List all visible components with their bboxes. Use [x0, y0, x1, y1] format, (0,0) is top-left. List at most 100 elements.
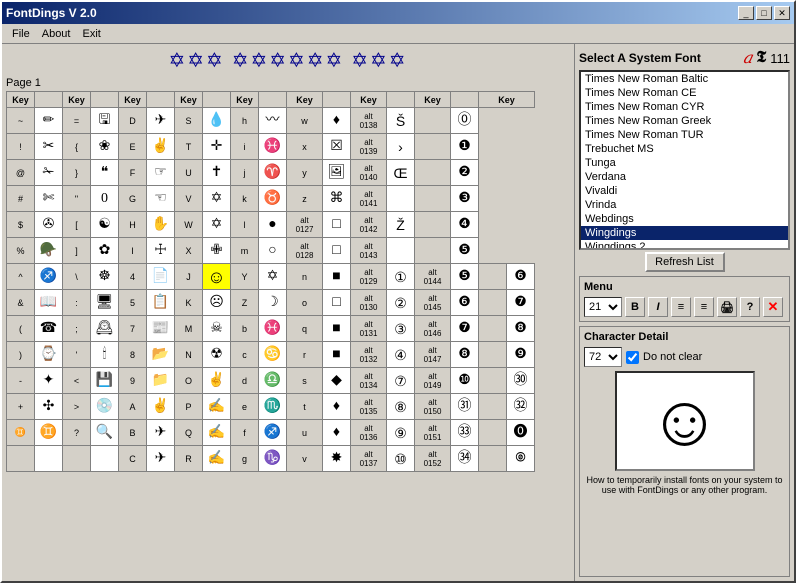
minimize-button[interactable]: _: [738, 6, 754, 20]
char-cell[interactable]: ❻: [451, 290, 479, 316]
char-cell[interactable]: [91, 446, 119, 472]
char-cell[interactable]: ✌: [147, 394, 175, 420]
char-cell[interactable]: ✍: [203, 420, 231, 446]
char-cell[interactable]: ⑩: [387, 446, 415, 472]
char-cell[interactable]: ✛: [203, 134, 231, 160]
char-cell[interactable]: ❸: [451, 186, 479, 212]
char-cell[interactable]: ✡: [203, 186, 231, 212]
char-cell[interactable]: ✋: [147, 212, 175, 238]
char-cell[interactable]: ♊: [35, 420, 63, 446]
char-cell[interactable]: ♓: [259, 316, 287, 342]
font-listbox[interactable]: Times New Roman Baltic Times New Roman C…: [579, 70, 790, 250]
align-left-button[interactable]: ≡: [671, 297, 691, 317]
help-button[interactable]: ?: [740, 297, 760, 317]
char-cell[interactable]: ✈: [147, 446, 175, 472]
char-cell[interactable]: ○: [259, 238, 287, 264]
char-cell[interactable]: ❹: [451, 212, 479, 238]
char-cell[interactable]: ■: [323, 342, 351, 368]
char-cell[interactable]: ☽: [259, 290, 287, 316]
char-cell[interactable]: ☎: [35, 316, 63, 342]
menu-file[interactable]: File: [6, 26, 36, 42]
char-cell[interactable]: [387, 238, 415, 264]
font-item[interactable]: Times New Roman CE: [581, 86, 788, 100]
char-cell[interactable]: □: [323, 212, 351, 238]
char-cell[interactable]: ✡: [203, 212, 231, 238]
font-item[interactable]: Tunga: [581, 156, 788, 170]
char-cell[interactable]: ㉛: [451, 394, 479, 420]
char-cell[interactable]: ✇: [35, 212, 63, 238]
char-cell[interactable]: ✏: [35, 108, 63, 134]
bold-button[interactable]: B: [625, 297, 645, 317]
font-item[interactable]: Trebuchet MS: [581, 142, 788, 156]
char-cell[interactable]: ✄: [35, 186, 63, 212]
char-cell[interactable]: ♦: [323, 394, 351, 420]
font-item[interactable]: Times New Roman Greek: [581, 114, 788, 128]
char-cell[interactable]: ♦: [323, 420, 351, 446]
char-cell[interactable]: ■: [323, 316, 351, 342]
char-cell[interactable]: 0: [91, 186, 119, 212]
char-cell[interactable]: 🪖: [35, 238, 63, 264]
char-cell[interactable]: ✙: [203, 238, 231, 264]
char-cell[interactable]: ⓪: [451, 108, 479, 134]
char-cell[interactable]: ✌: [203, 368, 231, 394]
char-cell[interactable]: ㉚: [507, 368, 535, 394]
font-item[interactable]: Times New Roman CYR: [581, 100, 788, 114]
char-cell[interactable]: ✌: [147, 134, 175, 160]
char-cell[interactable]: ☢: [203, 342, 231, 368]
char-cell[interactable]: ›: [387, 134, 415, 160]
char-cell[interactable]: ✦: [35, 368, 63, 394]
char-cell[interactable]: ✁: [35, 160, 63, 186]
char-cell[interactable]: Ž: [387, 212, 415, 238]
font-item[interactable]: Times New Roman TUR: [581, 128, 788, 142]
char-cell[interactable]: 🄍: [507, 446, 535, 472]
char-cell[interactable]: ⑨: [387, 420, 415, 446]
char-cell[interactable]: ④: [387, 342, 415, 368]
char-cell[interactable]: ♎: [259, 368, 287, 394]
char-cell[interactable]: ♑: [259, 446, 287, 472]
char-cell[interactable]: 📰: [147, 316, 175, 342]
char-cell[interactable]: ✈: [147, 420, 175, 446]
char-cell[interactable]: 🔍: [91, 420, 119, 446]
char-cell[interactable]: 🄌: [507, 420, 535, 446]
char-cell[interactable]: ❺: [451, 264, 479, 290]
char-cell[interactable]: ✂: [35, 134, 63, 160]
char-cell[interactable]: □: [323, 238, 351, 264]
char-cell[interactable]: ✸: [323, 446, 351, 472]
char-cell[interactable]: □: [323, 290, 351, 316]
align-center-button[interactable]: ≡: [694, 297, 714, 317]
print-button[interactable]: 🖨: [717, 297, 737, 317]
char-cell[interactable]: ❝: [91, 160, 119, 186]
char-cell[interactable]: ☯: [91, 212, 119, 238]
menu-exit[interactable]: Exit: [76, 26, 106, 42]
size-select[interactable]: 21 14 36 48 72: [584, 297, 622, 317]
char-cell[interactable]: ♦: [323, 108, 351, 134]
char-cell[interactable]: ✣: [35, 394, 63, 420]
char-cell[interactable]: ❿: [451, 368, 479, 394]
menu-about[interactable]: About: [36, 26, 77, 42]
font-item[interactable]: Webdings: [581, 212, 788, 226]
char-cell[interactable]: ❀: [91, 134, 119, 160]
char-cell[interactable]: ❷: [451, 160, 479, 186]
char-cell[interactable]: ✿: [91, 238, 119, 264]
refresh-button[interactable]: Refresh List: [645, 252, 725, 272]
char-cell[interactable]: 〰: [259, 108, 287, 134]
char-cell[interactable]: ✡: [259, 264, 287, 290]
char-cell[interactable]: ✍: [203, 446, 231, 472]
char-cell[interactable]: ♐: [259, 420, 287, 446]
char-cell[interactable]: ㉞: [451, 446, 479, 472]
font-item[interactable]: Verdana: [581, 170, 788, 184]
char-cell[interactable]: ◆: [323, 368, 351, 394]
maximize-button[interactable]: □: [756, 6, 772, 20]
char-cell[interactable]: ♋: [259, 342, 287, 368]
char-cell[interactable]: 🖥: [91, 290, 119, 316]
char-cell[interactable]: ㉜: [507, 394, 535, 420]
clear-button[interactable]: ✕: [763, 297, 783, 317]
char-cell[interactable]: 📁: [147, 368, 175, 394]
char-cell[interactable]: ⌘: [323, 186, 351, 212]
char-cell[interactable]: ☹: [203, 290, 231, 316]
char-cell[interactable]: ♉: [259, 186, 287, 212]
char-cell[interactable]: ③: [387, 316, 415, 342]
char-cell[interactable]: Œ: [387, 160, 415, 186]
char-cell[interactable]: 🖼: [323, 160, 351, 186]
char-cell[interactable]: ♈: [259, 160, 287, 186]
